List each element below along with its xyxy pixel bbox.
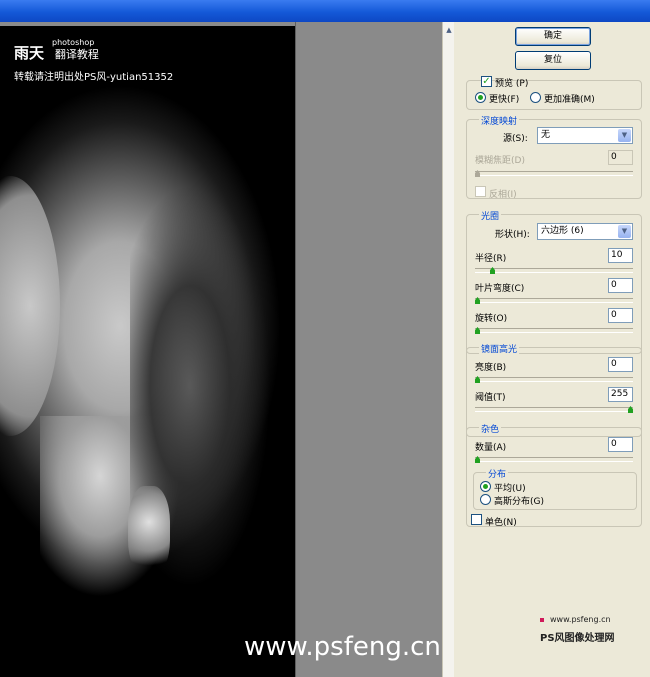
brand-small: photoshop: [52, 38, 95, 47]
logo-dot-icon: [540, 617, 544, 622]
blur-focal-input[interactable]: 0: [608, 150, 633, 165]
uniform-label: 平均(U): [494, 484, 526, 494]
threshold-slider[interactable]: [475, 406, 633, 413]
faster-radio[interactable]: [475, 92, 486, 103]
amount-slider[interactable]: [475, 456, 633, 463]
threshold-label: 阈值(T): [475, 393, 506, 403]
shape-select[interactable]: 六边形 (6) ▼: [537, 223, 633, 240]
distribution-legend: 分布: [486, 467, 509, 480]
brightness-label: 亮度(B): [475, 363, 507, 373]
threshold-thumb[interactable]: [628, 406, 633, 413]
brand-title: 雨天: [14, 44, 45, 62]
rotation-thumb[interactable]: [475, 327, 480, 334]
uniform-radio[interactable]: [480, 481, 491, 492]
ok-button[interactable]: 确定: [515, 27, 591, 46]
reset-button[interactable]: 复位: [515, 51, 591, 70]
amount-input[interactable]: 0: [608, 437, 633, 452]
rotation-label: 旋转(O): [475, 314, 508, 324]
gaussian-radio[interactable]: [480, 494, 491, 505]
invert-checkbox[interactable]: [475, 186, 486, 197]
preview-options-group: ✓ 预览 (P) 更快(F) 更加准确(M): [466, 76, 642, 110]
rotation-slider[interactable]: [475, 327, 633, 334]
preview-divider: [295, 22, 296, 677]
scroll-up-icon[interactable]: ▲: [444, 25, 454, 35]
preview-image: [0, 26, 295, 677]
radius-label: 半径(R): [475, 254, 507, 264]
watermark-url: www.psfeng.cn: [244, 632, 441, 662]
amount-thumb[interactable]: [475, 456, 480, 463]
window-titlebar: [0, 0, 650, 22]
brightness-slider[interactable]: [475, 376, 633, 383]
accurate-label: 更加准确(M): [544, 95, 595, 105]
brand-caption: 雨天 photoshop 翻译教程: [14, 38, 99, 63]
noise-group: 杂色 数量(A) 0 分布 平均(U) 高斯分布(G) 单色(N): [466, 422, 642, 528]
chevron-down-icon[interactable]: ▼: [618, 129, 631, 142]
radius-input[interactable]: 10: [608, 248, 633, 263]
iris-group: 光圈 形状(H): 六边形 (6) ▼ 半径(R) 10 叶片弯度(C) 0 旋…: [466, 209, 642, 354]
site-logo-url: www.psfeng.cn: [550, 615, 611, 624]
blur-focal-label: 模糊焦距(D): [475, 156, 525, 166]
amount-label: 数量(A): [475, 443, 507, 453]
source-select[interactable]: 无 ▼: [537, 127, 633, 144]
site-logo: www.psfeng.cn PS风图像处理网: [540, 615, 646, 671]
radius-thumb[interactable]: [490, 267, 495, 274]
preview-checkbox[interactable]: ✓: [481, 76, 492, 87]
brand-notice: 转载请注明出处PS风-yutian51352: [14, 72, 174, 83]
rotation-input[interactable]: 0: [608, 308, 633, 323]
noise-legend: 杂色: [479, 422, 502, 435]
depth-map-legend: 深度映射: [479, 114, 520, 127]
source-label: 源(S):: [503, 134, 528, 144]
accurate-radio[interactable]: [530, 92, 541, 103]
lens-blur-panel: 确定 复位 ✓ 预览 (P) 更快(F) 更加准确(M) 深度映射 源(S): …: [454, 22, 650, 677]
threshold-input[interactable]: 255: [608, 387, 633, 402]
preview-area[interactable]: 雨天 photoshop 翻译教程 转载请注明出处PS风-yutian51352…: [0, 22, 442, 677]
depth-map-group: 深度映射 源(S): 无 ▼ 模糊焦距(D) 0 反相(I): [466, 114, 642, 200]
preview-scrollbar[interactable]: ▲: [442, 22, 454, 677]
iris-legend: 光圈: [479, 209, 502, 222]
blade-curvature-slider[interactable]: [475, 297, 633, 304]
monochromatic-checkbox[interactable]: [471, 514, 482, 525]
blade-curvature-input[interactable]: 0: [608, 278, 633, 293]
gaussian-label: 高斯分布(G): [494, 497, 544, 507]
blur-focal-thumb[interactable]: [475, 170, 480, 177]
monochromatic-label: 单色(N): [485, 518, 517, 528]
preview-label: 预览 (P): [495, 79, 529, 89]
chevron-down-icon[interactable]: ▼: [618, 225, 631, 238]
blade-curvature-thumb[interactable]: [475, 297, 480, 304]
faster-label: 更快(F): [489, 95, 520, 105]
brightness-thumb[interactable]: [475, 376, 480, 383]
distribution-group: 分布 平均(U) 高斯分布(G): [473, 467, 637, 510]
radius-slider[interactable]: [475, 267, 633, 274]
blur-focal-slider[interactable]: [475, 170, 633, 177]
site-logo-name: PS风图像处理网: [540, 633, 615, 644]
invert-label: 反相(I): [489, 190, 517, 200]
shape-label: 形状(H):: [495, 230, 530, 240]
blade-curvature-label: 叶片弯度(C): [475, 284, 525, 294]
specular-legend: 镜面高光: [479, 342, 520, 355]
brand-subtitle: 翻译教程: [54, 48, 99, 61]
brightness-input[interactable]: 0: [608, 357, 633, 372]
